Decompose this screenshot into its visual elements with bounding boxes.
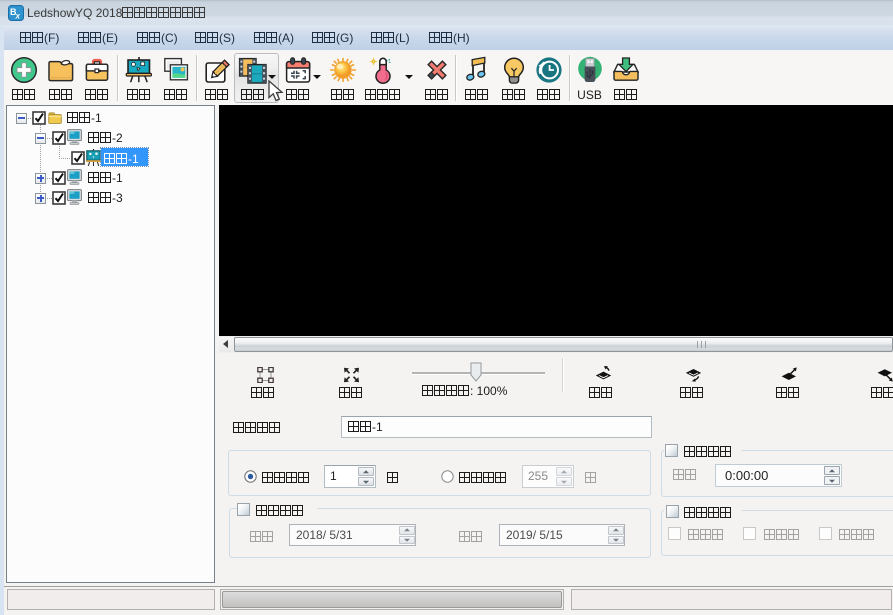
svg-text:x: x <box>15 12 21 21</box>
